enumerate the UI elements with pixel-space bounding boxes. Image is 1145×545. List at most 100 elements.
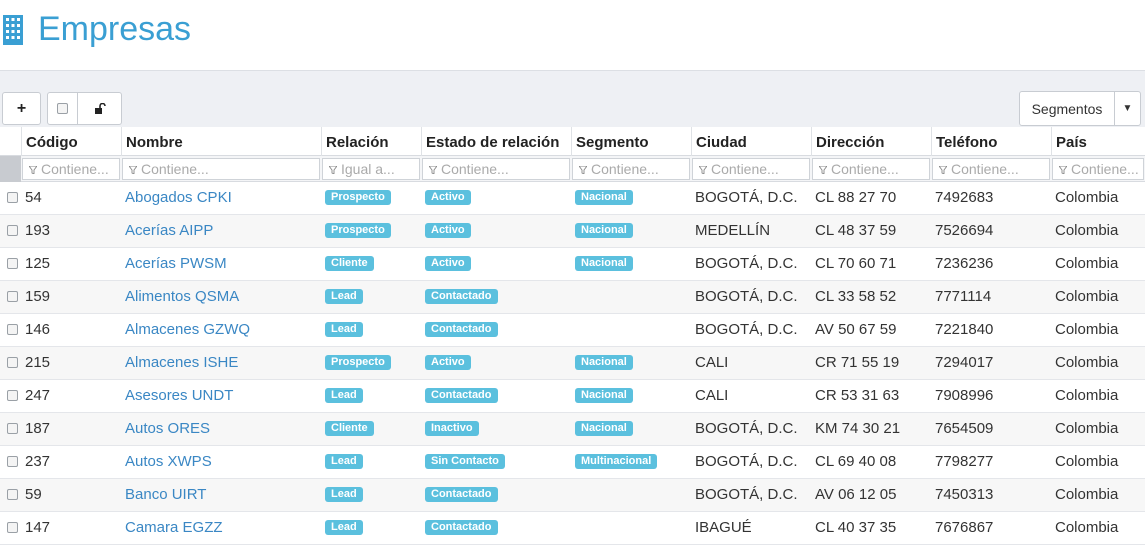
cell-direccion: AV 06 12 05	[815, 486, 897, 503]
status-badge: Contactado	[425, 321, 498, 337]
table-row[interactable]: 159 Alimentos QSMA Lead Contactado BOGOTÁ, D…	[0, 281, 1145, 314]
row-checkbox[interactable]	[7, 225, 18, 236]
column-header-estado[interactable]: Estado de relación	[421, 127, 571, 156]
cell-direccion: CR 71 55 19	[815, 354, 900, 371]
column-header-direccion[interactable]: Dirección	[811, 127, 931, 156]
table-row[interactable]: 59 Banco UIRT Lead Contactado BOGOTÁ, D.C. AV…	[0, 479, 1145, 512]
row-checkbox[interactable]	[7, 357, 18, 368]
cell-ciudad: BOGOTÁ, D.C.	[695, 189, 798, 206]
row-checkbox[interactable]	[7, 489, 18, 500]
cell-relacion: Lead	[325, 479, 419, 511]
cell-segmento	[575, 281, 689, 313]
filter-icon	[329, 166, 337, 175]
cell-telefono: 7492683	[935, 189, 994, 206]
column-header-relacion[interactable]: Relación	[321, 127, 421, 156]
company-link[interactable]: Asesores UNDT	[125, 387, 233, 404]
table-row[interactable]: 54 Abogados CPKI Prospecto Activo Nacional BO…	[0, 182, 1145, 215]
status-badge: Lead	[325, 486, 363, 502]
table-row[interactable]: 247 Asesores UNDT Lead Contactado Nacional CA…	[0, 380, 1145, 413]
company-link[interactable]: Alimentos QSMA	[125, 288, 239, 305]
cell-ciudad: BOGOTÁ, D.C.	[695, 420, 798, 437]
status-badge: Cliente	[325, 420, 374, 436]
row-checkbox[interactable]	[7, 324, 18, 335]
filter-input-nombre[interactable]: Contiene...	[122, 158, 320, 180]
status-badge: Activo	[425, 255, 471, 271]
cell-telefono: 7798277	[935, 453, 994, 470]
cell-codigo: 193	[25, 222, 51, 239]
company-link[interactable]: Banco UIRT	[125, 486, 206, 503]
add-button[interactable]: +	[2, 92, 41, 125]
segments-dropdown-toggle[interactable]: ▼	[1114, 91, 1141, 126]
table-row[interactable]: 125 Acerías PWSM Cliente Activo Nacional BOGO…	[0, 248, 1145, 281]
cell-telefono: 7450313	[935, 486, 994, 503]
segments-button[interactable]: Segmentos	[1019, 91, 1115, 126]
cell-codigo: 147	[25, 519, 51, 536]
table-row[interactable]: 237 Autos XWPS Lead Sin Contacto Multinacion…	[0, 446, 1145, 479]
filter-placeholder: Contiene...	[141, 161, 209, 177]
status-badge: Contactado	[425, 387, 498, 403]
select-all-button[interactable]	[47, 92, 78, 125]
filter-input-telefono[interactable]: Contiene...	[932, 158, 1050, 180]
filter-placeholder: Contiene...	[591, 161, 659, 177]
cell-ciudad: BOGOTÁ, D.C.	[695, 321, 798, 338]
cell-telefono: 7236236	[935, 255, 994, 272]
company-link[interactable]: Abogados CPKI	[125, 189, 232, 206]
company-link[interactable]: Almacenes GZWQ	[125, 321, 250, 338]
cell-ciudad: CALI	[695, 387, 729, 404]
row-checkbox[interactable]	[7, 456, 18, 467]
table-row[interactable]: 147 Camara EGZZ Lead Contactado IBAGUÉ CL 40 …	[0, 512, 1145, 545]
unlock-button[interactable]	[77, 92, 122, 125]
cell-codigo: 215	[25, 354, 51, 371]
filter-icon	[429, 166, 437, 175]
status-badge: Nacional	[575, 387, 633, 403]
filter-input-ciudad[interactable]: Contiene...	[692, 158, 810, 180]
table-row[interactable]: 187 Autos ORES Cliente Inactivo Nacional BOGO…	[0, 413, 1145, 446]
row-checkbox[interactable]	[7, 192, 18, 203]
filter-input-direccion[interactable]: Contiene...	[812, 158, 930, 180]
cell-segmento: Nacional	[575, 347, 689, 379]
cell-estado: Inactivo	[425, 413, 569, 445]
company-link[interactable]: Acerías PWSM	[125, 255, 227, 272]
company-link[interactable]: Autos XWPS	[125, 453, 212, 470]
cell-estado: Sin Contacto	[425, 446, 569, 478]
filter-input-segmento[interactable]: Contiene...	[572, 158, 690, 180]
cell-direccion: CL 40 37 35	[815, 519, 897, 536]
company-link[interactable]: Autos ORES	[125, 420, 210, 437]
company-link[interactable]: Camara EGZZ	[125, 519, 223, 536]
table-row[interactable]: 215 Almacenes ISHE Prospecto Activo Nacional…	[0, 347, 1145, 380]
cell-estado: Contactado	[425, 380, 569, 412]
cell-segmento: Nacional	[575, 182, 689, 214]
cell-segmento: Nacional	[575, 380, 689, 412]
cell-relacion: Lead	[325, 314, 419, 346]
row-checkbox[interactable]	[7, 423, 18, 434]
cell-direccion: CL 33 58 52	[815, 288, 897, 305]
cell-relacion: Cliente	[325, 248, 419, 280]
cell-pais: Colombia	[1055, 354, 1119, 371]
cell-telefono: 7221840	[935, 321, 994, 338]
filter-placeholder: Contiene...	[41, 161, 109, 177]
cell-codigo: 125	[25, 255, 51, 272]
row-checkbox[interactable]	[7, 522, 18, 533]
table-row[interactable]: 193 Acerías AIPP Prospecto Activo Nacional ME…	[0, 215, 1145, 248]
filter-input-estado[interactable]: Contiene...	[422, 158, 570, 180]
cell-direccion: AV 50 67 59	[815, 321, 897, 338]
column-header-telefono[interactable]: Teléfono	[931, 127, 1051, 156]
column-header-codigo[interactable]: Código	[21, 127, 121, 156]
table-row[interactable]: 146 Almacenes GZWQ Lead Contactado BOGOTÁ, D…	[0, 314, 1145, 347]
cell-estado: Contactado	[425, 314, 569, 346]
column-header-pais[interactable]: País	[1051, 127, 1145, 156]
column-header-ciudad[interactable]: Ciudad	[691, 127, 811, 156]
status-badge: Prospecto	[325, 354, 391, 370]
row-checkbox[interactable]	[7, 258, 18, 269]
company-link[interactable]: Acerías AIPP	[125, 222, 213, 239]
column-header-nombre[interactable]: Nombre	[121, 127, 321, 156]
filter-placeholder: Contiene...	[1071, 161, 1139, 177]
cell-nombre: Asesores UNDT	[125, 380, 319, 412]
company-link[interactable]: Almacenes ISHE	[125, 354, 238, 371]
filter-input-relacion[interactable]: Igual a...	[322, 158, 420, 180]
column-header-segmento[interactable]: Segmento	[571, 127, 691, 156]
row-checkbox[interactable]	[7, 291, 18, 302]
filter-input-pais[interactable]: Contiene...	[1052, 158, 1144, 180]
row-checkbox[interactable]	[7, 390, 18, 401]
filter-input-codigo[interactable]: Contiene...	[22, 158, 120, 180]
